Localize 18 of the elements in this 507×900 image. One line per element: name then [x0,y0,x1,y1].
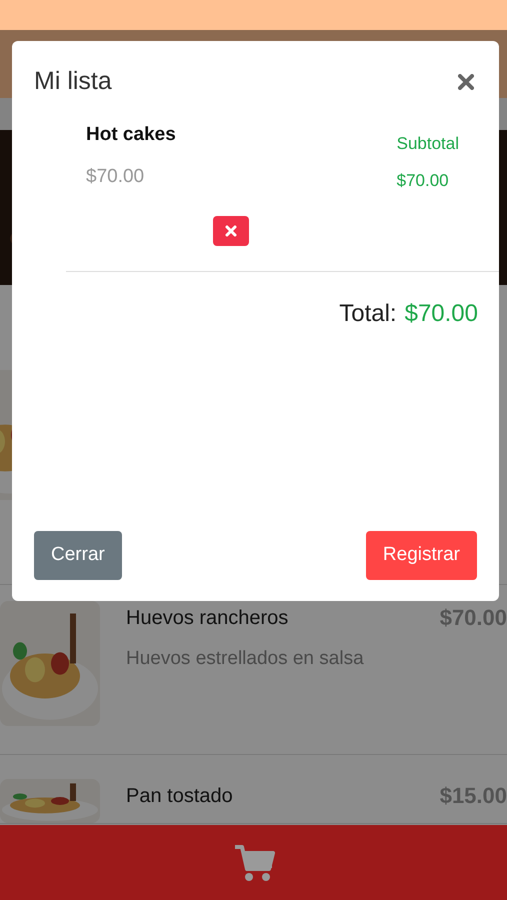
cart-item-price: $70.00 [86,165,146,189]
close-button[interactable]: Cerrar [34,531,122,580]
close-icon [224,224,236,236]
item-description: Huevos estrellados en salsa [126,647,365,671]
item-name: Pan tostado [126,784,233,809]
total-value: $70.00 [404,298,478,328]
modal-title: Mi lista [34,66,112,97]
register-button[interactable]: Registrar [366,531,477,580]
subtotal-value: $70.00 [396,170,450,192]
total-label: Total: [339,298,397,328]
cart-item-name: Hot cakes [86,122,176,146]
item-price: $70.00 [440,604,507,632]
subtotal-label: Subtotal [396,132,459,154]
item-price: $15.00 [440,782,507,810]
cart-icon[interactable] [232,844,274,882]
close-icon[interactable] [457,72,475,91]
delete-button[interactable] [212,216,248,246]
item-name: Huevos rancheros [126,606,288,631]
